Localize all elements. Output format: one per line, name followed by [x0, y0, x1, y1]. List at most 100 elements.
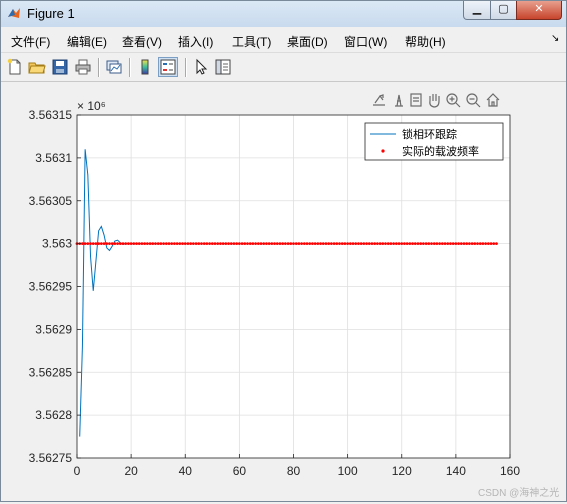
menu-overflow-icon[interactable]: ↘ [551, 33, 559, 44]
carrier-frequency-point [394, 242, 398, 246]
menu-help[interactable]: 帮助(H) [405, 33, 446, 50]
y-exponent-label: × 10⁶ [77, 99, 106, 113]
carrier-frequency-point [354, 242, 358, 246]
carrier-frequency-point [495, 242, 498, 246]
carrier-frequency-point [478, 242, 482, 246]
link-plot-icon[interactable] [105, 58, 123, 76]
carrier-frequency-point [489, 242, 493, 246]
new-figure-icon[interactable] [6, 58, 24, 76]
legend-label-actual: 实际的载波频率 [402, 144, 479, 158]
toolbar-separator [185, 58, 187, 77]
carrier-frequency-point [86, 242, 90, 246]
carrier-frequency-point [465, 242, 469, 246]
x-tick-label: 100 [338, 464, 358, 478]
y-tick-label: 3.5631 [35, 151, 72, 165]
menu-desktop[interactable]: 桌面(D) [287, 33, 328, 50]
menu-file[interactable]: 文件(F) [11, 33, 50, 50]
carrier-frequency-point [213, 242, 217, 246]
carrier-frequency-point [340, 242, 344, 246]
carrier-frequency-point [462, 242, 466, 246]
carrier-frequency-point [297, 242, 301, 246]
menu-window[interactable]: 窗口(W) [344, 33, 387, 50]
carrier-frequency-point [143, 242, 147, 246]
carrier-frequency-point [292, 242, 295, 246]
carrier-frequency-point [173, 242, 176, 246]
carrier-frequency-point [438, 242, 442, 246]
insert-legend-icon[interactable] [158, 57, 178, 77]
carrier-frequency-point [229, 242, 233, 246]
y-axis-ticks: 3.56275 3.5628 3.56285 3.5629 3.56295 3.563 3.… [29, 108, 81, 465]
carrier-frequency-point [481, 242, 485, 246]
zoom-in-icon[interactable] [446, 93, 461, 108]
carrier-frequency-point [289, 242, 293, 246]
menu-tools[interactable]: 工具(T) [232, 33, 271, 50]
carrier-frequency-point [205, 242, 209, 246]
carrier-frequency-point [91, 242, 95, 246]
carrier-frequency-point [470, 242, 474, 246]
toolbar-separator [98, 58, 100, 77]
menu-view[interactable]: 查看(V) [122, 33, 162, 50]
carrier-frequency-point [116, 242, 119, 246]
plot-svg: 0 20 40 60 80 100 120 140 160 3.562753.56283.562… [29, 93, 520, 478]
carrier-frequency-point [416, 242, 420, 246]
carrier-frequency-point [381, 242, 385, 246]
legend[interactable]: 锁相环跟踪 实际的载波频率 [364, 122, 504, 161]
carrier-frequency-point [348, 242, 352, 246]
carrier-frequency-point [124, 242, 128, 246]
carrier-frequency-point [386, 242, 390, 246]
carrier-frequency-point [405, 242, 409, 246]
carrier-frequency-point [273, 242, 276, 246]
carrier-frequency-point [178, 242, 182, 246]
carrier-frequency-point [457, 242, 460, 246]
carrier-frequency-point [278, 242, 282, 246]
carrier-frequency-point [427, 242, 431, 246]
export-icon[interactable] [373, 94, 385, 106]
print-icon[interactable] [74, 58, 92, 76]
carrier-frequency-point [208, 242, 212, 246]
zoom-out-icon[interactable] [466, 93, 481, 108]
y-tick-label: 3.56305 [29, 194, 73, 208]
matlab-logo-icon [8, 8, 20, 18]
edit-plot-arrow-icon[interactable] [192, 58, 210, 76]
carrier-frequency-point [392, 242, 396, 246]
x-tick-label: 20 [124, 464, 138, 478]
carrier-frequency-point [286, 242, 290, 246]
carrier-frequency-point [408, 242, 412, 246]
y-tick-label: 3.5629 [35, 322, 72, 336]
open-file-icon[interactable] [28, 58, 46, 76]
carrier-frequency-point [227, 242, 230, 246]
data-tips-icon[interactable] [410, 93, 422, 107]
carrier-frequency-point [156, 242, 160, 246]
close-button[interactable]: ✕ [516, 1, 562, 20]
carrier-frequency-point [324, 242, 328, 246]
home-restore-view-icon[interactable] [486, 93, 500, 107]
carrier-frequency-point [186, 242, 190, 246]
property-inspector-icon[interactable] [214, 58, 232, 76]
carrier-frequency-point [492, 242, 496, 246]
carrier-frequency-point [237, 242, 241, 246]
carrier-frequency-point [167, 242, 171, 246]
pan-hand-icon[interactable] [429, 94, 440, 108]
carrier-frequency-point [440, 242, 444, 246]
carrier-frequency-point [449, 242, 452, 246]
carrier-frequency-point [265, 242, 268, 246]
menu-edit[interactable]: 编辑(E) [67, 33, 107, 50]
carrier-frequency-point [281, 242, 285, 246]
maximize-button[interactable]: ▢ [490, 1, 517, 20]
menu-insert[interactable]: 插入(I) [178, 33, 213, 50]
title-bar[interactable]: Figure 1 ▁ ▢ ✕ [1, 1, 566, 27]
carrier-frequency-point [446, 242, 450, 246]
carrier-frequency-point [346, 242, 350, 246]
carrier-frequency-point [219, 242, 222, 246]
brush-icon[interactable] [395, 94, 403, 107]
minimize-button[interactable]: ▁ [463, 1, 491, 20]
carrier-frequency-point [484, 242, 488, 246]
carrier-frequency-point [283, 242, 287, 246]
toolbar-separator [129, 58, 131, 77]
insert-colorbar-icon[interactable] [136, 58, 154, 76]
carrier-frequency-point [476, 242, 479, 246]
carrier-frequency-point [302, 242, 306, 246]
carrier-frequency-point [424, 242, 428, 246]
save-icon[interactable] [51, 58, 69, 76]
carrier-frequency-point [413, 242, 417, 246]
